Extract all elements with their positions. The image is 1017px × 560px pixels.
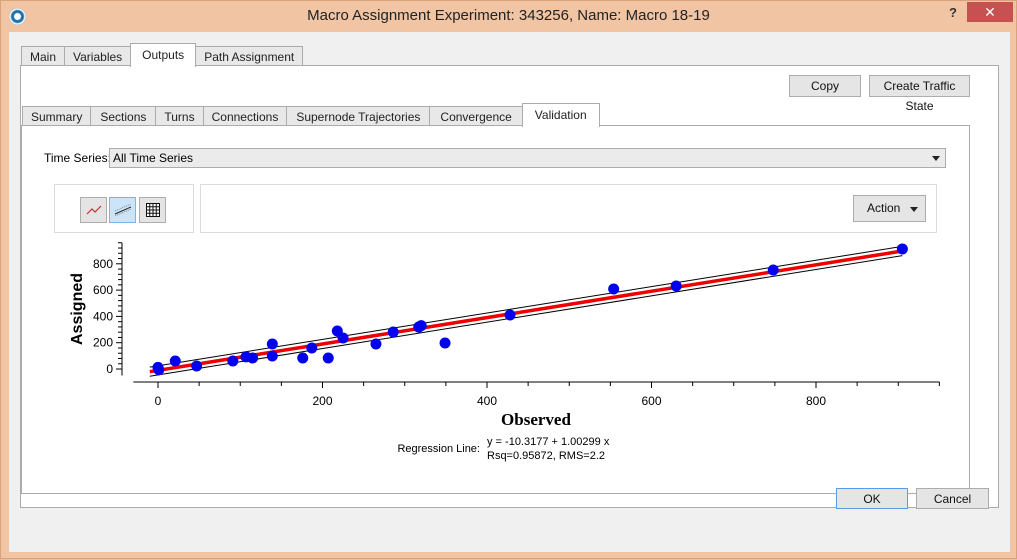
- data-point: [670, 280, 682, 292]
- regression-stats: Rsq=0.95872, RMS=2.2: [487, 450, 605, 462]
- cancel-button[interactable]: Cancel: [916, 488, 989, 509]
- data-point: [266, 338, 278, 350]
- y-tick-label: 200: [93, 336, 113, 350]
- upper-band-line: [149, 245, 903, 368]
- data-point: [337, 332, 349, 344]
- validation-scatter-chart: 0 200 400 600 800 0 200 400 600 800 Observed Assi…: [69, 242, 940, 462]
- x-tick-label: 200: [312, 394, 332, 408]
- y-tick-label: 0: [106, 362, 113, 376]
- regression-equation: y = -10.3177 + 1.00299 x: [487, 436, 610, 448]
- data-point: [608, 283, 620, 295]
- data-point: [767, 264, 779, 276]
- data-point: [191, 360, 203, 372]
- x-tick-label: 0: [155, 394, 162, 408]
- regression-line-group: [149, 249, 903, 374]
- lower-band-line: [149, 255, 903, 377]
- dialog-window: Macro Assignment Experiment: 343256, Nam…: [0, 0, 1017, 559]
- x-tick-label: 400: [477, 394, 497, 408]
- x-tick-label: 600: [641, 394, 661, 408]
- data-point: [247, 352, 259, 364]
- regression-label: Regression Line:: [397, 443, 480, 455]
- chart-axes: 0 200 400 600 800 0 200 400 600 800: [93, 242, 940, 408]
- y-tick-label: 600: [93, 283, 113, 297]
- y-tick-label: 800: [93, 257, 113, 271]
- data-point: [306, 342, 318, 354]
- data-point: [370, 338, 382, 350]
- tab-outputs[interactable]: Outputs: [130, 43, 197, 67]
- data-point: [297, 352, 309, 364]
- data-point: [227, 355, 239, 367]
- y-axis-label: Assigned: [69, 273, 86, 345]
- regression-line: [149, 249, 903, 374]
- ok-button[interactable]: OK: [836, 488, 908, 509]
- data-point: [322, 352, 334, 364]
- data-point: [415, 320, 427, 332]
- data-point: [896, 243, 908, 255]
- y-tick-label: 400: [93, 309, 113, 323]
- x-tick-label: 800: [806, 394, 826, 408]
- data-point: [439, 337, 451, 349]
- data-point: [504, 309, 516, 321]
- x-axis-label: Observed: [501, 410, 571, 429]
- data-point: [153, 364, 165, 376]
- data-point: [266, 350, 278, 362]
- data-point: [387, 326, 399, 338]
- tab-validation[interactable]: Validation: [521, 103, 600, 127]
- data-point: [169, 355, 181, 367]
